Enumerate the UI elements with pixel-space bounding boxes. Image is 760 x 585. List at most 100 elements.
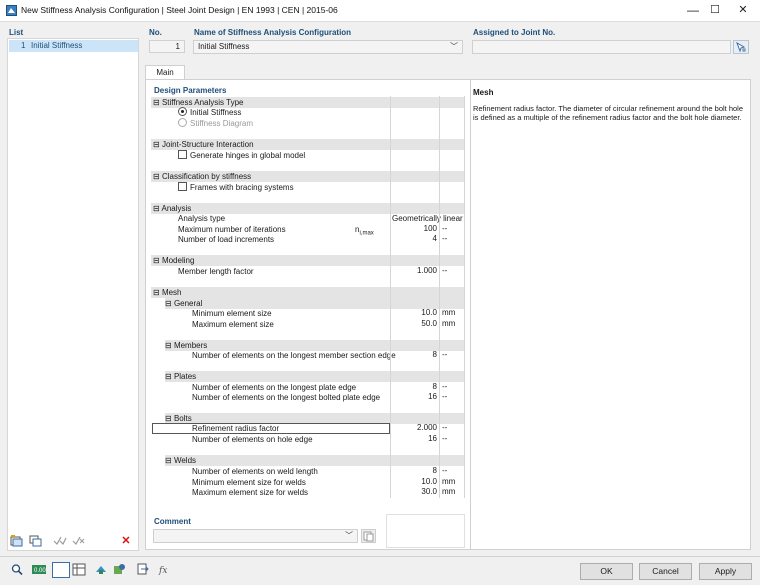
group-label: Mesh [161, 288, 182, 297]
tab-main[interactable]: Main [145, 65, 185, 80]
collapse-icon[interactable]: ⊟ [165, 372, 172, 381]
group-mesh[interactable]: ⊟ Mesh [151, 287, 464, 298]
checkbox-frames-bracing[interactable]: Frames with bracing systems [178, 182, 294, 193]
assigned-field[interactable] [472, 40, 731, 54]
assigned-label: Assigned to Joint No. [473, 28, 556, 37]
plate-edge-elements-unit: -- [442, 382, 448, 391]
bolted-plate-edge-elements-label: Number of elements on the longest bolted… [192, 393, 381, 402]
min-weld-size-value[interactable]: 10.0 [392, 477, 437, 486]
collapse-icon[interactable]: ⊟ [151, 204, 160, 213]
analysis-type-value[interactable]: Geometrically linear [392, 213, 463, 224]
checkbox-icon[interactable] [178, 182, 187, 191]
copy-item-icon[interactable] [28, 534, 44, 549]
footer-separator [0, 556, 760, 557]
check-all-icon[interactable] [52, 534, 68, 549]
list-item[interactable]: 1 Initial Stiffness [9, 40, 138, 52]
ok-button[interactable]: OK [580, 563, 633, 580]
close-button[interactable]: ✕ [731, 0, 755, 22]
group-label: Welds [173, 456, 197, 465]
collapse-icon[interactable]: ⊟ [151, 140, 160, 149]
collapse-icon[interactable]: ⊟ [165, 341, 172, 350]
list-panel: 1 Initial Stiffness [7, 38, 139, 551]
comment-browse-icon[interactable] [361, 529, 376, 543]
member-length-factor-value[interactable]: 1.000 [392, 266, 437, 275]
refinement-radius-factor-label[interactable]: Refinement radius factor [192, 423, 279, 434]
collapse-icon[interactable]: ⊟ [151, 288, 160, 297]
min-element-size-label: Minimum element size [192, 309, 272, 318]
member-edge-elements-label: Number of elements on the longest member… [192, 351, 396, 360]
member-edge-elements-value[interactable]: 8 [392, 350, 437, 359]
max-weld-size-value[interactable]: 30.0 [392, 487, 437, 496]
group-plates[interactable]: ⊟ Plates [165, 371, 464, 382]
cancel-button[interactable]: Cancel [639, 563, 692, 580]
list-header: List [9, 28, 24, 37]
pick-joint-icon[interactable] [733, 40, 749, 54]
design-parameters-title: Design Parameters [154, 86, 227, 95]
chevron-down-icon: ﹀ [450, 42, 458, 51]
max-iterations-value[interactable]: 100 [392, 224, 437, 233]
max-element-size-value[interactable]: 50.0 [392, 319, 437, 328]
refinement-radius-factor-value[interactable]: 2.000 [392, 423, 437, 432]
collapse-icon[interactable]: ⊟ [151, 172, 160, 181]
plate-edge-elements-value[interactable]: 8 [392, 382, 437, 391]
member-edge-elements-unit: -- [442, 350, 448, 359]
grid-line [464, 96, 465, 498]
table-icon[interactable] [70, 563, 88, 579]
min-element-size-value[interactable]: 10.0 [392, 308, 437, 317]
name-label: Name of Stiffness Analysis Configuration [194, 28, 352, 37]
comment-label: Comment [154, 517, 191, 526]
member-length-factor-unit: -- [442, 266, 448, 275]
info-title: Mesh [473, 88, 494, 97]
search-icon[interactable] [8, 563, 26, 579]
collapse-icon[interactable]: ⊟ [151, 256, 160, 265]
uncheck-icon[interactable] [71, 534, 87, 549]
radio-icon[interactable] [178, 118, 187, 127]
group-classification[interactable]: ⊟ Classification by stiffness [151, 171, 464, 182]
group-label: Joint-Structure Interaction [161, 140, 254, 149]
delete-icon[interactable]: ✕ [118, 534, 134, 549]
collapse-icon[interactable]: ⊟ [165, 414, 172, 423]
radio-icon[interactable] [178, 107, 187, 116]
name-combo[interactable]: Initial Stiffness ﹀ [193, 40, 463, 54]
max-element-size-label: Maximum element size [192, 320, 274, 329]
group-label: Analysis [161, 204, 192, 213]
min-weld-size-unit: mm [442, 477, 456, 486]
title-bar: New Stiffness Analysis Configuration | S… [0, 0, 760, 22]
collapse-icon[interactable]: ⊟ [165, 299, 172, 308]
comment-combo[interactable]: ﹀ [153, 529, 358, 543]
hole-edge-elements-value[interactable]: 16 [392, 434, 437, 443]
group-label: Bolts [173, 414, 192, 423]
option-label: Frames with bracing systems [190, 183, 294, 192]
svg-text:fx: fx [158, 566, 167, 576]
color-box-icon[interactable] [52, 562, 70, 578]
weld-length-elements-value[interactable]: 8 [392, 466, 437, 475]
refinement-radius-factor-unit: -- [442, 423, 448, 432]
group-welds[interactable]: ⊟ Welds [165, 455, 464, 466]
minimize-button[interactable]: — [681, 0, 705, 22]
load-increments-value[interactable]: 4 [392, 234, 437, 243]
group-label: Stiffness Analysis Type [161, 98, 244, 107]
collapse-icon[interactable]: ⊟ [151, 98, 160, 107]
bolted-plate-edge-elements-value[interactable]: 16 [392, 392, 437, 401]
group-label: General [173, 299, 203, 308]
checkbox-icon[interactable] [178, 150, 187, 159]
visibility-icon[interactable] [110, 563, 128, 579]
radio-initial-stiffness[interactable]: Initial Stiffness [178, 107, 241, 118]
max-iterations-unit: -- [442, 224, 448, 233]
info-text: Refinement radius factor. The diameter o… [473, 104, 744, 122]
group-modeling[interactable]: ⊟ Modeling [151, 255, 464, 266]
max-weld-size-label: Maximum element size for welds [192, 488, 309, 497]
radio-stiffness-diagram[interactable]: Stiffness Diagram [178, 118, 253, 129]
group-joint-structure-interaction[interactable]: ⊟ Joint-Structure Interaction [151, 139, 464, 150]
no-field[interactable]: 1 [149, 40, 185, 53]
export-icon[interactable] [134, 563, 152, 579]
window-title: New Stiffness Analysis Configuration | S… [21, 5, 338, 15]
maximize-button[interactable]: ☐ [703, 0, 727, 22]
new-item-icon[interactable] [9, 534, 25, 549]
collapse-icon[interactable]: ⊟ [165, 456, 172, 465]
checkbox-generate-hinges[interactable]: Generate hinges in global model [178, 150, 305, 161]
model-view-icon[interactable] [92, 563, 110, 579]
apply-button[interactable]: Apply [699, 563, 752, 580]
formula-icon[interactable]: fx [155, 563, 173, 579]
units-icon[interactable]: 0.00 [30, 563, 48, 579]
